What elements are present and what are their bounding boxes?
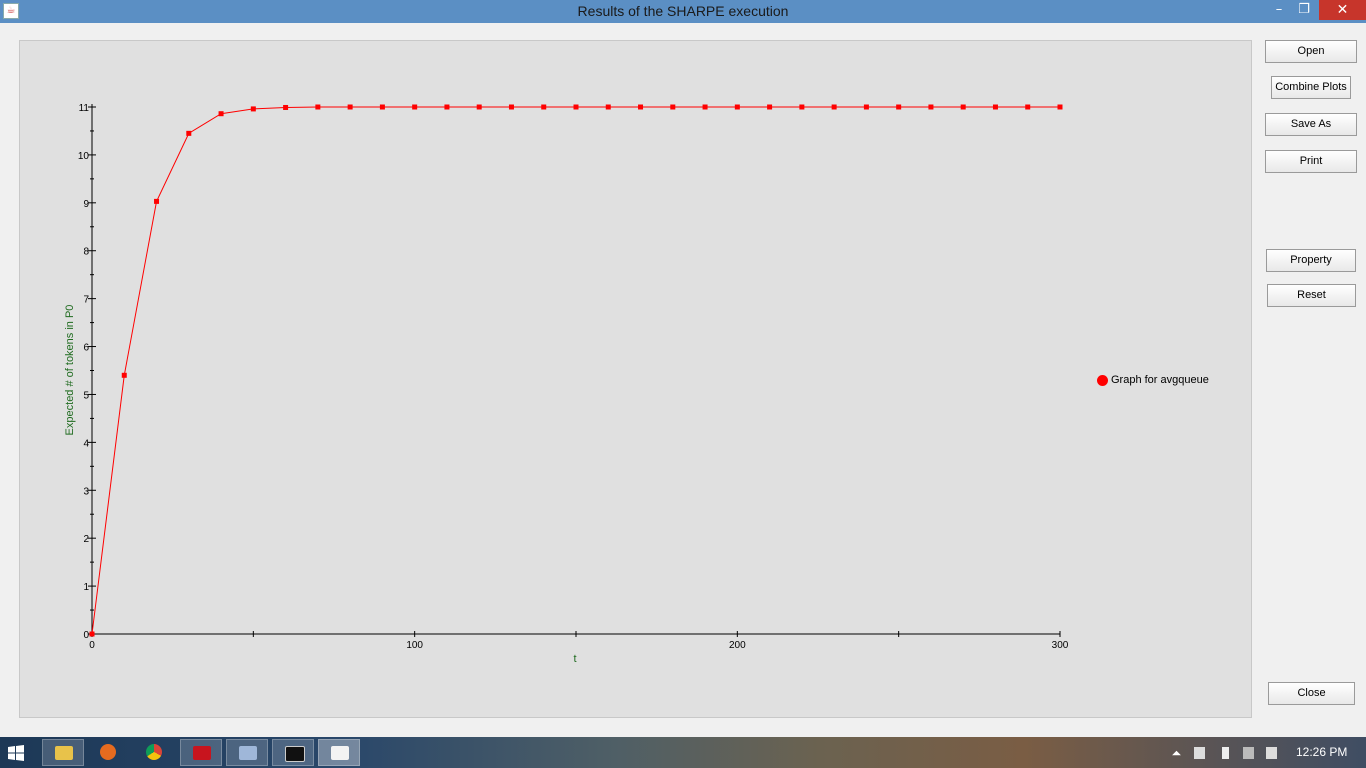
windows-start-icon[interactable] bbox=[8, 745, 24, 761]
data-point bbox=[283, 104, 289, 110]
data-point bbox=[186, 130, 192, 136]
acrobat-icon[interactable] bbox=[180, 739, 222, 766]
data-point bbox=[412, 104, 418, 110]
data-point bbox=[863, 104, 869, 110]
data-point bbox=[121, 372, 127, 378]
taskbar: 12:26 PM bbox=[0, 737, 1366, 768]
java-icon[interactable] bbox=[318, 739, 360, 766]
y-tick-label: 1 bbox=[83, 582, 89, 593]
data-point bbox=[315, 104, 321, 110]
data-point bbox=[767, 104, 773, 110]
data-point bbox=[476, 104, 482, 110]
data-point bbox=[1057, 104, 1063, 110]
action-center-icon[interactable] bbox=[1194, 747, 1205, 759]
y-tick-label: 10 bbox=[78, 151, 90, 162]
combine-plots-button[interactable]: Combine Plots bbox=[1271, 76, 1351, 99]
property-button[interactable]: Property bbox=[1266, 249, 1356, 272]
y-tick-label: 2 bbox=[83, 534, 89, 545]
y-tick-label: 11 bbox=[79, 103, 90, 114]
x-tick-label: 0 bbox=[89, 640, 95, 651]
x-axis-label: t bbox=[573, 653, 576, 665]
data-point bbox=[928, 104, 934, 110]
data-point bbox=[1025, 104, 1031, 110]
x-tick-label: 100 bbox=[406, 640, 423, 651]
firefox-icon[interactable] bbox=[88, 739, 130, 766]
data-point bbox=[831, 104, 837, 110]
data-point bbox=[154, 198, 160, 204]
close-button[interactable]: Close bbox=[1268, 682, 1355, 705]
chrome-icon[interactable] bbox=[134, 739, 176, 766]
legend-label: Graph for avgqueue bbox=[1111, 374, 1209, 386]
battery-icon[interactable] bbox=[1222, 747, 1229, 759]
save-as-button[interactable]: Save As bbox=[1265, 113, 1357, 136]
x-tick-label: 300 bbox=[1052, 640, 1069, 651]
data-point bbox=[670, 104, 676, 110]
data-point bbox=[799, 104, 805, 110]
y-tick-label: 4 bbox=[83, 438, 89, 449]
data-point bbox=[444, 104, 450, 110]
data-point bbox=[250, 106, 256, 112]
reset-button[interactable]: Reset bbox=[1267, 284, 1356, 307]
data-point bbox=[541, 104, 547, 110]
file-explorer-icon[interactable] bbox=[42, 739, 84, 766]
volume-muted-icon[interactable] bbox=[1266, 747, 1277, 759]
data-point bbox=[218, 111, 224, 117]
data-point bbox=[992, 104, 998, 110]
network-icon[interactable] bbox=[1243, 747, 1254, 759]
data-point bbox=[347, 104, 353, 110]
paint-icon[interactable] bbox=[226, 739, 268, 766]
y-tick-label: 7 bbox=[83, 295, 89, 306]
cmd-icon[interactable] bbox=[272, 739, 314, 766]
x-tick-label: 200 bbox=[729, 640, 746, 651]
line-chart: 012345678910110 100 200 300 t Expected # of… bbox=[64, 103, 1069, 665]
data-point bbox=[89, 631, 95, 637]
show-hidden-icons-icon[interactable] bbox=[1171, 747, 1182, 759]
series-line bbox=[91, 106, 1060, 635]
y-axis-label: Expected # of tokens in P0 bbox=[64, 305, 76, 436]
legend-marker bbox=[1097, 375, 1108, 386]
data-point bbox=[960, 104, 966, 110]
y-tick-label: 8 bbox=[83, 247, 89, 258]
data-point bbox=[605, 104, 611, 110]
data-point bbox=[573, 104, 579, 110]
data-point bbox=[379, 104, 385, 110]
data-point bbox=[638, 104, 644, 110]
data-point bbox=[508, 104, 514, 110]
print-button[interactable]: Print bbox=[1265, 150, 1357, 173]
y-tick-label: 3 bbox=[83, 486, 89, 497]
y-tick-label: 9 bbox=[83, 199, 89, 210]
y-tick-label: 6 bbox=[83, 343, 89, 354]
data-point bbox=[896, 104, 902, 110]
data-point bbox=[702, 104, 708, 110]
open-button[interactable]: Open bbox=[1265, 40, 1357, 63]
clock[interactable]: 12:26 PM bbox=[1296, 745, 1347, 759]
data-point bbox=[734, 104, 740, 110]
y-tick-label: 5 bbox=[83, 390, 89, 401]
